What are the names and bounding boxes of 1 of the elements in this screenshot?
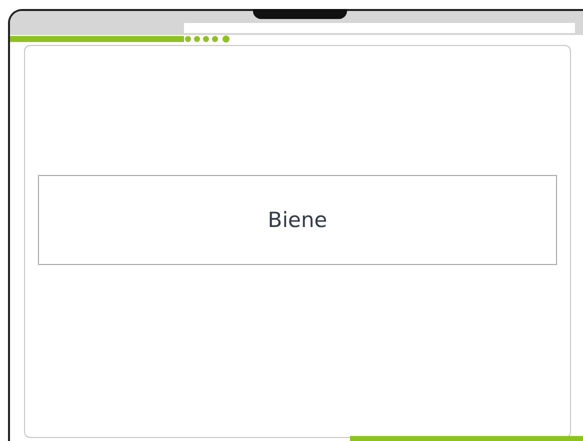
word-text: Biene [268,208,328,232]
